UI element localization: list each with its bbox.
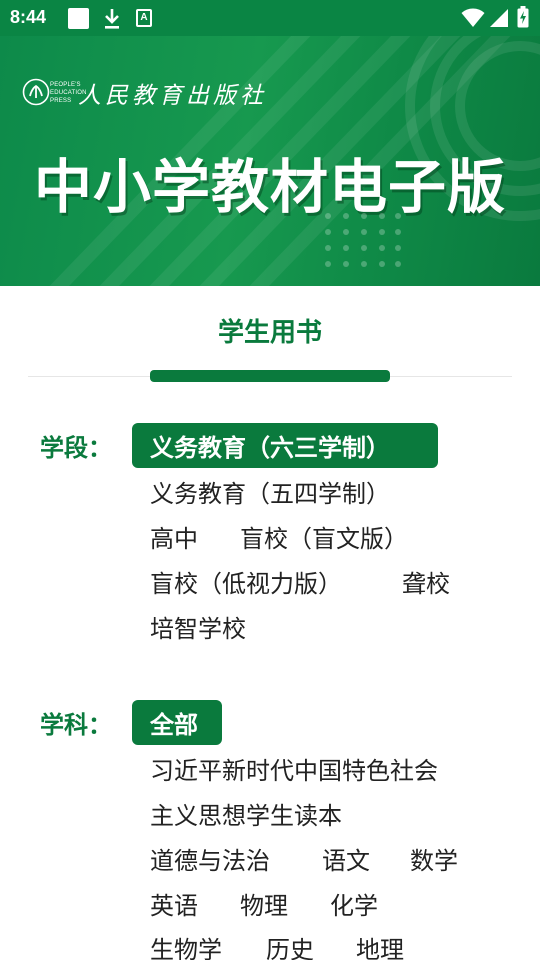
stage-option[interactable]: 培智学校 <box>150 609 246 644</box>
status-bar: 8:44 A <box>0 0 540 36</box>
hero-banner: PEOPLE'S EDUCATION PRESS 人民教育出版社 中小学教材电子… <box>0 36 540 286</box>
subject-option[interactable]: 地理 <box>356 930 404 960</box>
download-icon <box>105 9 119 29</box>
subject-option[interactable]: 数学 <box>410 841 458 876</box>
notification-square-icon <box>68 8 89 29</box>
subject-option[interactable]: 习近平新时代中国特色社会 <box>150 751 438 786</box>
active-tab-indicator <box>150 370 390 382</box>
stage-option[interactable]: 义务教育（五四学制） <box>150 474 390 509</box>
publisher-logo-icon <box>22 78 50 106</box>
stage-option[interactable]: 盲校（盲文版） <box>240 519 408 554</box>
a-text-icon: A <box>136 9 152 27</box>
subject-label: 学科： <box>40 711 112 739</box>
banner-title: 中小学教材电子版 <box>33 153 506 221</box>
stage-option[interactable]: 盲校（低视力版） <box>150 564 342 599</box>
subject-option[interactable]: 主义思想学生读本 <box>150 796 342 831</box>
dot-grid-decoration <box>325 213 401 267</box>
stage-option-selected[interactable]: 义务教育（六三学制） <box>132 423 438 468</box>
subject-option[interactable]: 道德与法治 <box>150 841 270 876</box>
status-time: 8:44 <box>10 7 47 27</box>
stage-label: 学段： <box>40 434 112 462</box>
signal-icon <box>490 9 508 27</box>
wifi-icon <box>461 8 485 27</box>
subject-option[interactable]: 物理 <box>240 886 288 921</box>
subject-option[interactable]: 英语 <box>150 886 198 921</box>
stage-option[interactable]: 聋校 <box>402 564 450 599</box>
publisher-name-cn: 人民教育出版社 <box>78 83 267 109</box>
stage-option[interactable]: 高中 <box>150 519 198 554</box>
subject-option[interactable]: 化学 <box>330 886 378 921</box>
subject-option[interactable]: 语文 <box>322 841 370 876</box>
subject-option[interactable]: 历史 <box>266 930 314 960</box>
subject-option-selected[interactable]: 全部 <box>132 700 222 745</box>
battery-charging-icon <box>517 6 529 28</box>
section-title-student-books[interactable]: 学生用书 <box>0 312 540 349</box>
subject-option[interactable]: 生物学 <box>150 930 222 960</box>
